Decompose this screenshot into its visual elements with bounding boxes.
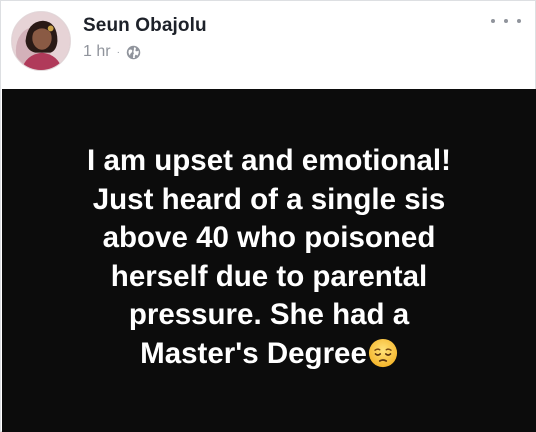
more-options-icon[interactable]: [491, 13, 521, 29]
status-line: herself due to parental: [110, 259, 428, 293]
avatar-photo: [12, 12, 70, 70]
status-line: pressure. She had a: [128, 298, 410, 331]
status-line: Master's Degree: [140, 336, 367, 370]
post-timestamp[interactable]: 1 hr: [83, 43, 111, 61]
more-dot: [491, 19, 495, 23]
more-dot: [504, 19, 508, 23]
status-line: I am upset and emotional!: [87, 144, 451, 177]
author-name[interactable]: Seun Obajolu: [83, 15, 207, 37]
pensive-face-emoji-icon: [368, 338, 398, 368]
facebook-post: Seun Obajolu 1 hr · I am upset and emoti…: [0, 0, 536, 432]
more-dot: [517, 19, 521, 23]
status-line: Just heard of a single sis: [92, 182, 446, 216]
status-line-last: Master's Degree: [34, 335, 504, 374]
status-background-card: I am upset and emotional! Just heard of …: [2, 89, 536, 432]
status-text: I am upset and emotional! Just heard of …: [34, 142, 504, 373]
author-avatar[interactable]: [11, 11, 71, 71]
post-meta: 1 hr ·: [83, 43, 141, 61]
globe-icon[interactable]: [126, 45, 141, 60]
status-line: above 40 who poisoned: [102, 221, 436, 254]
meta-separator: ·: [116, 46, 120, 58]
post-header: Seun Obajolu 1 hr ·: [1, 1, 536, 85]
